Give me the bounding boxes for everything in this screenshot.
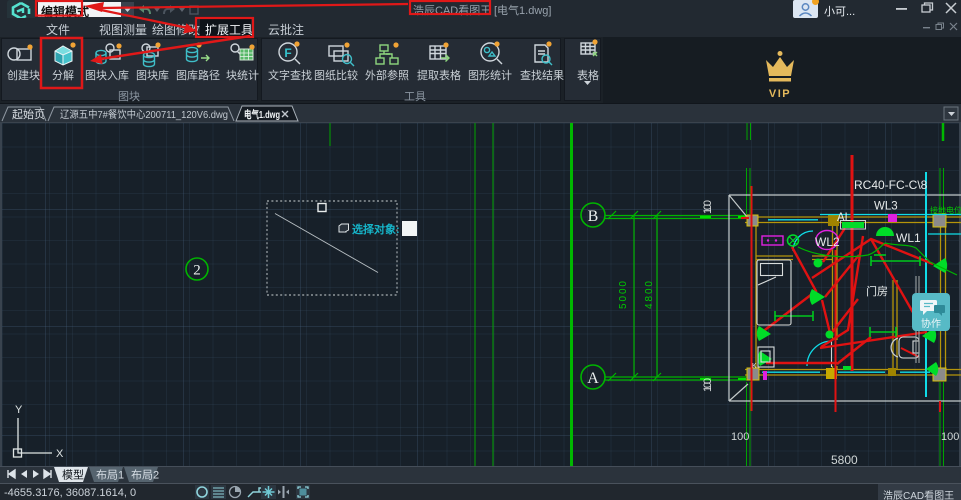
- svg-text:5000: 5000: [618, 281, 629, 309]
- svg-text:WL1: WL1: [896, 231, 921, 245]
- svg-text:100: 100: [702, 378, 714, 392]
- svg-text:模型: 模型: [62, 468, 84, 482]
- svg-text:X: X: [56, 448, 64, 460]
- svg-text:布局1: 布局1: [96, 469, 124, 482]
- svg-text:Y: Y: [15, 404, 23, 416]
- svg-text:K: K: [752, 363, 757, 370]
- svg-text:B: B: [588, 208, 599, 225]
- svg-text:100: 100: [731, 431, 749, 443]
- svg-text:A: A: [587, 370, 599, 387]
- svg-text:协作: 协作: [921, 317, 941, 330]
- svg-text:WL3: WL3: [874, 201, 898, 213]
- svg-text:5800: 5800: [831, 453, 858, 466]
- svg-text:布局2: 布局2: [131, 469, 159, 482]
- svg-text:AL: AL: [837, 212, 852, 224]
- svg-text:WL2: WL2: [815, 235, 840, 249]
- svg-text:接地电位: 接地电位: [930, 205, 961, 215]
- svg-text:RC40-FC-C\8: RC40-FC-C\8: [854, 178, 928, 192]
- svg-text:100: 100: [941, 431, 959, 443]
- svg-text:4800: 4800: [644, 281, 655, 309]
- svg-text:100: 100: [702, 200, 714, 214]
- svg-text:2: 2: [193, 263, 201, 279]
- svg-text:选择对象:: 选择对象:: [352, 222, 400, 236]
- svg-text:门房: 门房: [866, 284, 888, 298]
